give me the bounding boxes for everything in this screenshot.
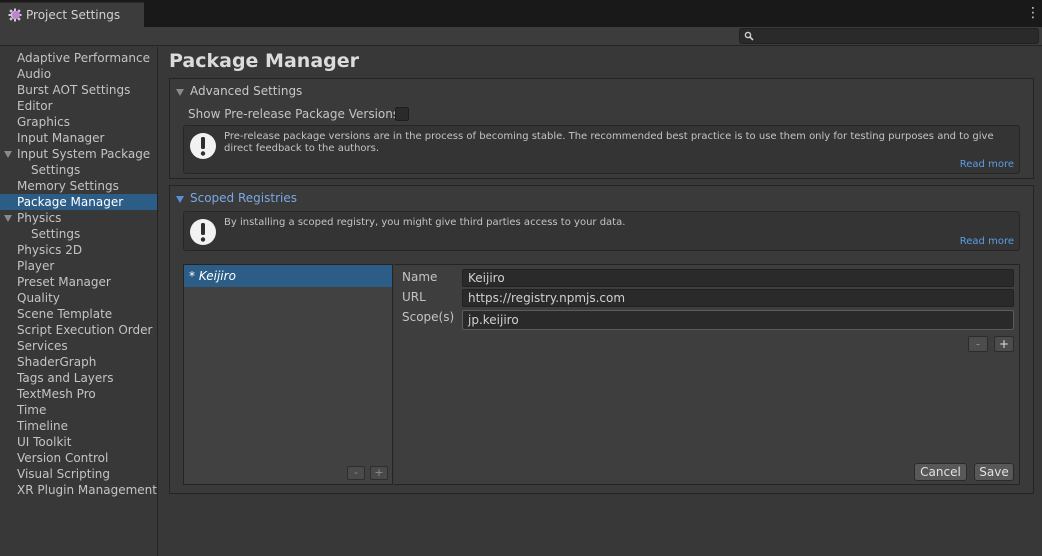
sidebar-item-physics[interactable]: Physics bbox=[0, 210, 157, 226]
sidebar-item-burst-aot-settings[interactable]: Burst AOT Settings bbox=[0, 82, 157, 98]
registry-form: Name Keijiro URL https://registry.npmjs.… bbox=[394, 264, 1020, 485]
sidebar-item-input-manager[interactable]: Input Manager bbox=[0, 130, 157, 146]
sidebar-item-label: Input System Package bbox=[17, 147, 151, 161]
sidebar-item-services[interactable]: Services bbox=[0, 338, 157, 354]
scoped-help-box: By installing a scoped registry, you mig… bbox=[183, 211, 1020, 251]
sidebar-item-memory-settings[interactable]: Memory Settings bbox=[0, 178, 157, 194]
sidebar-item-textmesh-pro[interactable]: TextMesh Pro bbox=[0, 386, 157, 402]
foldout-expanded-icon bbox=[176, 89, 184, 96]
sidebar-item-timeline[interactable]: Timeline bbox=[0, 418, 157, 434]
tab-title: Project Settings bbox=[26, 8, 121, 22]
search-row bbox=[0, 27, 1042, 46]
name-label: Name bbox=[402, 270, 438, 284]
search-input[interactable] bbox=[756, 29, 1036, 43]
sidebar-item-physics-settings[interactable]: Settings bbox=[0, 226, 157, 242]
sidebar-item-editor[interactable]: Editor bbox=[0, 98, 157, 114]
foldout-expanded-icon[interactable] bbox=[4, 215, 12, 222]
main-content: Package Manager Advanced Settings Show P… bbox=[159, 47, 1042, 556]
url-label: URL bbox=[402, 290, 426, 304]
read-more-link[interactable]: Read more bbox=[960, 236, 1014, 247]
sidebar-item-quality[interactable]: Quality bbox=[0, 290, 157, 306]
advanced-settings-panel: Advanced Settings Show Pre-release Packa… bbox=[169, 78, 1034, 179]
settings-sidebar: Adaptive Performance Audio Burst AOT Set… bbox=[0, 47, 158, 556]
scope-field[interactable]: jp.keijiro bbox=[462, 310, 1014, 330]
advanced-settings-foldout[interactable]: Advanced Settings bbox=[176, 83, 302, 99]
read-more-link[interactable]: Read more bbox=[960, 159, 1014, 170]
scoped-registries-foldout[interactable]: Scoped Registries bbox=[176, 190, 297, 206]
remove-registry-button[interactable]: - bbox=[347, 466, 365, 480]
sidebar-item-label: Physics bbox=[17, 211, 62, 225]
advanced-settings-header: Advanced Settings bbox=[190, 84, 303, 98]
search-box[interactable] bbox=[739, 28, 1039, 44]
sidebar-item-audio[interactable]: Audio bbox=[0, 66, 157, 82]
tab-project-settings[interactable]: Project Settings bbox=[0, 2, 144, 27]
sidebar-item-preset-manager[interactable]: Preset Manager bbox=[0, 274, 157, 290]
cancel-button[interactable]: Cancel bbox=[914, 463, 967, 481]
sidebar-item-xr-plugin-management[interactable]: XR Plugin Management bbox=[0, 482, 157, 498]
name-field[interactable]: Keijiro bbox=[462, 269, 1014, 287]
sidebar-item-input-system-settings[interactable]: Settings bbox=[0, 162, 157, 178]
sidebar-item-ui-toolkit[interactable]: UI Toolkit bbox=[0, 434, 157, 450]
sidebar-item-graphics[interactable]: Graphics bbox=[0, 114, 157, 130]
save-button[interactable]: Save bbox=[974, 463, 1014, 481]
sidebar-item-player[interactable]: Player bbox=[0, 258, 157, 274]
add-scope-button[interactable]: + bbox=[994, 336, 1014, 352]
sidebar-item-adaptive-performance[interactable]: Adaptive Performance bbox=[0, 50, 157, 66]
add-registry-button[interactable]: + bbox=[370, 466, 388, 480]
scoped-help-text: By installing a scoped registry, you mig… bbox=[224, 217, 626, 228]
sidebar-item-shadergraph[interactable]: ShaderGraph bbox=[0, 354, 157, 370]
remove-scope-button[interactable]: - bbox=[968, 336, 988, 352]
scopes-label: Scope(s) bbox=[402, 310, 455, 324]
prerelease-label: Show Pre-release Package Versions bbox=[188, 107, 400, 121]
prerelease-help-text: Pre-release package versions are in the … bbox=[224, 131, 994, 154]
search-icon bbox=[744, 31, 754, 41]
sidebar-item-visual-scripting[interactable]: Visual Scripting bbox=[0, 466, 157, 482]
sidebar-item-time[interactable]: Time bbox=[0, 402, 157, 418]
registry-list: * Keijiro - + bbox=[183, 264, 393, 485]
sidebar-item-scene-template[interactable]: Scene Template bbox=[0, 306, 157, 322]
more-menu-icon[interactable]: ⋮ bbox=[1026, 4, 1040, 22]
warning-icon bbox=[190, 219, 216, 245]
warning-icon bbox=[190, 133, 216, 159]
scoped-registries-panel: Scoped Registries By installing a scoped… bbox=[169, 185, 1034, 494]
sidebar-item-package-manager[interactable]: Package Manager bbox=[0, 194, 157, 210]
prerelease-checkbox[interactable] bbox=[395, 107, 409, 121]
prerelease-help-box: Pre-release package versions are in the … bbox=[183, 125, 1020, 174]
sidebar-item-tags-and-layers[interactable]: Tags and Layers bbox=[0, 370, 157, 386]
sidebar-item-script-execution-order[interactable]: Script Execution Order bbox=[0, 322, 157, 338]
url-field[interactable]: https://registry.npmjs.com bbox=[462, 289, 1014, 307]
sidebar-item-input-system-package[interactable]: Input System Package bbox=[0, 146, 157, 162]
page-title: Package Manager bbox=[169, 50, 359, 72]
sidebar-item-version-control[interactable]: Version Control bbox=[0, 450, 157, 466]
title-bar: Project Settings ⋮ bbox=[0, 0, 1042, 27]
sidebar-item-physics-2d[interactable]: Physics 2D bbox=[0, 242, 157, 258]
foldout-expanded-icon bbox=[176, 196, 184, 203]
foldout-expanded-icon[interactable] bbox=[4, 151, 12, 158]
scoped-registries-header: Scoped Registries bbox=[190, 191, 297, 205]
registry-list-item[interactable]: * Keijiro bbox=[184, 265, 392, 287]
gear-icon bbox=[8, 8, 22, 22]
